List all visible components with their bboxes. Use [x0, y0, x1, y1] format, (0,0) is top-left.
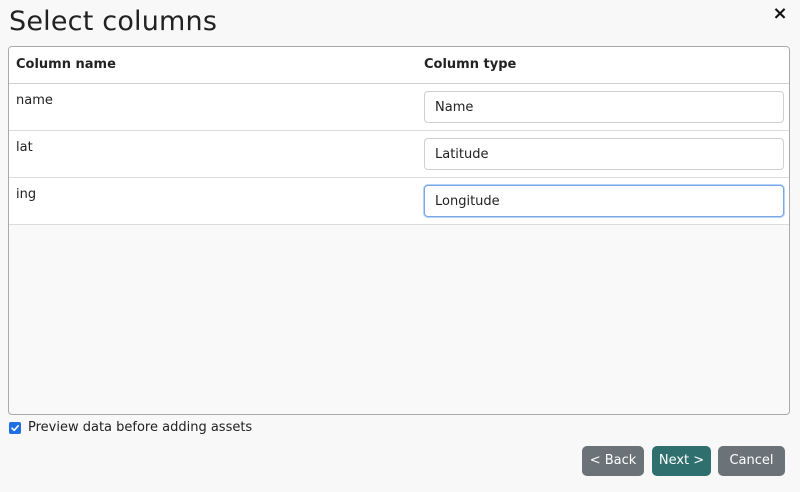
columns-table: Column name Column type name lat ing — [8, 46, 790, 415]
cancel-button[interactable]: Cancel — [718, 446, 785, 476]
table-header: Column name Column type — [9, 47, 789, 84]
header-column-name: Column name — [16, 57, 116, 72]
header-column-type: Column type — [424, 57, 517, 72]
column-type-input[interactable] — [424, 138, 784, 170]
preview-option[interactable]: Preview data before adding assets — [9, 420, 252, 435]
checkmark-icon — [11, 424, 19, 431]
dialog-title: Select columns — [9, 6, 218, 37]
table-row: lat — [9, 131, 789, 178]
preview-checkbox[interactable] — [9, 421, 21, 434]
close-icon[interactable]: × — [770, 4, 790, 24]
table-row: ing — [9, 178, 789, 225]
column-type-input[interactable] — [424, 91, 784, 123]
table-row: name — [9, 84, 789, 131]
column-name-cell: lat — [16, 140, 33, 155]
column-name-cell: ing — [16, 187, 37, 202]
next-button[interactable]: Next > — [652, 446, 711, 476]
column-name-cell: name — [16, 93, 53, 108]
back-button[interactable]: < Back — [582, 446, 644, 476]
preview-label: Preview data before adding assets — [28, 420, 253, 435]
column-type-input[interactable] — [424, 185, 784, 217]
